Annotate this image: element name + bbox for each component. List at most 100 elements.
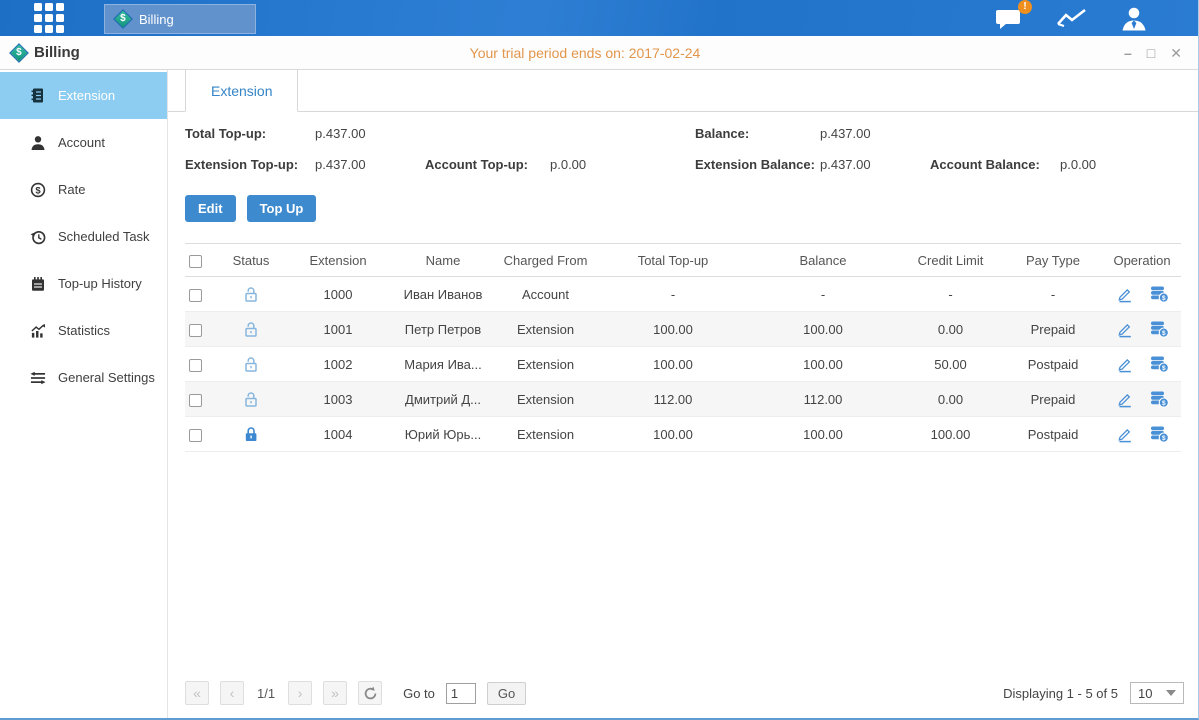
notifications-chat-icon[interactable]: ! — [994, 6, 1024, 30]
sidebar-item-statistics[interactable]: Statistics — [0, 307, 167, 354]
row-topup-button[interactable]: $ — [1150, 425, 1169, 443]
row-edit-button[interactable] — [1116, 355, 1134, 373]
sidebar-item-label: Extension — [58, 88, 115, 103]
row-edit-button[interactable] — [1116, 320, 1134, 338]
total-topup-cell: 100.00 — [598, 427, 748, 442]
pencil-icon — [1116, 390, 1134, 408]
pay-type-cell: Prepaid — [1003, 322, 1103, 337]
row-checkbox[interactable] — [189, 429, 202, 442]
tab-extension[interactable]: Extension — [185, 70, 298, 112]
chevron-down-icon — [1166, 690, 1176, 696]
row-checkbox[interactable] — [189, 289, 202, 302]
row-edit-button[interactable] — [1116, 390, 1134, 408]
row-topup-button[interactable]: $ — [1150, 390, 1169, 408]
row-topup-button[interactable]: $ — [1150, 285, 1169, 303]
close-button[interactable]: ✕ — [1170, 46, 1182, 60]
extension-cell: 1000 — [283, 287, 393, 302]
header-operation: Operation — [1103, 253, 1181, 268]
taskbar-tab-billing[interactable]: $ Billing — [104, 4, 256, 34]
row-checkbox[interactable] — [189, 359, 202, 372]
select-all-checkbox[interactable] — [189, 255, 202, 268]
extension-topup-value: p.437.00 — [315, 157, 366, 172]
status-cell[interactable] — [219, 355, 283, 372]
table-header-row: Status Extension Name Charged From Total… — [185, 243, 1181, 277]
svg-text:$: $ — [35, 185, 41, 196]
sidebar-item-extension[interactable]: Extension — [0, 72, 167, 119]
pay-type-cell: - — [1003, 287, 1103, 302]
svg-text:$: $ — [1161, 365, 1165, 372]
top-up-button[interactable]: Top Up — [247, 195, 317, 222]
lock-open-icon — [243, 286, 259, 303]
stats-icon — [30, 323, 46, 339]
row-checkbox[interactable] — [189, 394, 202, 407]
charged-from-cell: Extension — [493, 322, 598, 337]
notepad-icon — [30, 276, 46, 292]
status-cell[interactable] — [219, 390, 283, 407]
total-topup-cell: 100.00 — [598, 357, 748, 372]
table-row: 1003 Дмитрий Д... Extension 112.00 112.0… — [185, 382, 1181, 417]
extension-cell: 1003 — [283, 392, 393, 407]
first-page-button[interactable]: « — [185, 681, 209, 705]
sidebar-item-label: Account — [58, 135, 105, 150]
minimize-button[interactable]: – — [1124, 46, 1132, 60]
summary-panel: Total Top-up: p.437.00 Balance: p.437.00… — [168, 112, 1198, 185]
status-cell[interactable] — [219, 425, 283, 442]
clock-icon — [30, 229, 46, 245]
prev-page-button[interactable]: ‹ — [220, 681, 244, 705]
total-topup-label: Total Top-up: — [185, 126, 266, 141]
charged-from-cell: Extension — [493, 392, 598, 407]
name-cell: Дмитрий Д... — [393, 392, 493, 407]
pay-type-cell: Postpaid — [1003, 357, 1103, 372]
status-cell[interactable] — [219, 320, 283, 337]
refresh-button[interactable] — [358, 681, 382, 705]
last-page-button[interactable]: » — [323, 681, 347, 705]
sidebar-item-rate[interactable]: $ Rate — [0, 166, 167, 213]
svg-text:$: $ — [1161, 400, 1165, 407]
taskbar-tab-label: Billing — [139, 12, 174, 27]
name-cell: Петр Петров — [393, 322, 493, 337]
row-checkbox[interactable] — [189, 324, 202, 337]
action-buttons: Edit Top Up — [185, 195, 1198, 222]
header-status: Status — [219, 253, 283, 268]
pay-type-cell: Postpaid — [1003, 427, 1103, 442]
balance-cell: 100.00 — [748, 357, 898, 372]
lock-open-icon — [243, 321, 259, 338]
pagination-bar: « ‹ 1/1 › » Go to Go Di — [185, 676, 1184, 710]
go-button[interactable]: Go — [487, 682, 526, 705]
page-size-select[interactable]: 10 — [1130, 682, 1184, 704]
sidebar-item-account[interactable]: Account — [0, 119, 167, 166]
status-cell[interactable] — [219, 285, 283, 302]
notification-badge: ! — [1018, 0, 1032, 14]
balance-cell: 112.00 — [748, 392, 898, 407]
svg-text:$: $ — [1161, 295, 1165, 302]
refresh-icon — [363, 686, 378, 701]
next-page-button[interactable]: › — [288, 681, 312, 705]
extension-cell: 1001 — [283, 322, 393, 337]
account-topup-label: Account Top-up: — [425, 157, 528, 172]
balance-value: p.437.00 — [820, 126, 871, 141]
reports-chart-icon[interactable] — [1056, 7, 1088, 29]
user-account-icon[interactable] — [1120, 6, 1148, 31]
goto-label: Go to — [403, 686, 435, 701]
page-size-value: 10 — [1138, 686, 1152, 701]
app-launcher-grid-icon[interactable] — [34, 3, 64, 33]
app-window: $ Billing ! — [0, 0, 1199, 720]
goto-page-input[interactable] — [446, 683, 476, 704]
name-cell: Иван Иванов — [393, 287, 493, 302]
credit-limit-cell: 100.00 — [898, 427, 1003, 442]
edit-button[interactable]: Edit — [185, 195, 236, 222]
sidebar-item-scheduled-task[interactable]: Scheduled Task — [0, 213, 167, 260]
row-topup-button[interactable]: $ — [1150, 320, 1169, 338]
billing-diamond-icon: $ — [113, 9, 133, 29]
total-topup-cell: 112.00 — [598, 392, 748, 407]
svg-text:$: $ — [1161, 435, 1165, 442]
sidebar-item-topup-history[interactable]: Top-up History — [0, 260, 167, 307]
row-edit-button[interactable] — [1116, 285, 1134, 303]
sidebar-item-general-settings[interactable]: General Settings — [0, 354, 167, 401]
extension-topup-label: Extension Top-up: — [185, 157, 298, 172]
maximize-button[interactable]: □ — [1147, 46, 1155, 60]
credit-limit-cell: - — [898, 287, 1003, 302]
total-topup-value: p.437.00 — [315, 126, 366, 141]
row-topup-button[interactable]: $ — [1150, 355, 1169, 373]
row-edit-button[interactable] — [1116, 425, 1134, 443]
